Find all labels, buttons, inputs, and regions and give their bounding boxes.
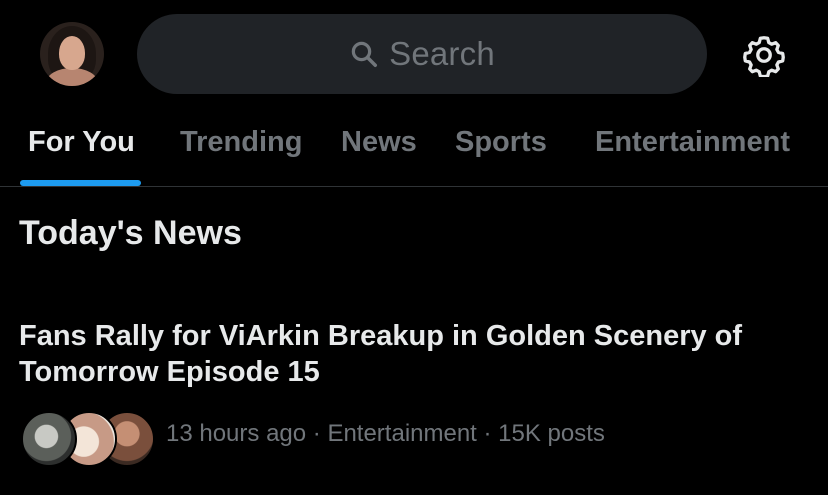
avatar-stack	[21, 410, 155, 467]
tab-news[interactable]: News	[341, 126, 417, 159]
settings-button[interactable]	[742, 33, 786, 79]
news-headline[interactable]: Fans Rally for ViArkin Breakup in Golden…	[19, 318, 779, 390]
search-input[interactable]: Search	[137, 14, 707, 94]
active-tab-indicator	[20, 180, 141, 186]
search-placeholder: Search	[389, 35, 495, 72]
top-header: Search	[0, 0, 828, 110]
search-icon	[349, 39, 379, 69]
avatar-face	[59, 36, 85, 70]
tab-sports[interactable]: Sports	[455, 126, 547, 159]
tab-trending[interactable]: Trending	[180, 126, 302, 159]
news-meta: 13 hours ago · Entertainment · 15K posts	[166, 420, 605, 447]
gear-icon	[742, 36, 786, 81]
avatar	[21, 411, 77, 467]
section-title: Today's News	[19, 214, 242, 252]
tab-bar: For You Trending News Sports Entertainme…	[0, 110, 828, 187]
tab-entertainment[interactable]: Entertainment	[595, 126, 790, 159]
news-item[interactable]: Fans Rally for ViArkin Breakup in Golden…	[19, 318, 809, 478]
profile-avatar[interactable]	[40, 22, 104, 86]
tab-for-you[interactable]: For You	[28, 126, 135, 159]
news-meta-row: 13 hours ago · Entertainment · 15K posts	[19, 410, 809, 467]
